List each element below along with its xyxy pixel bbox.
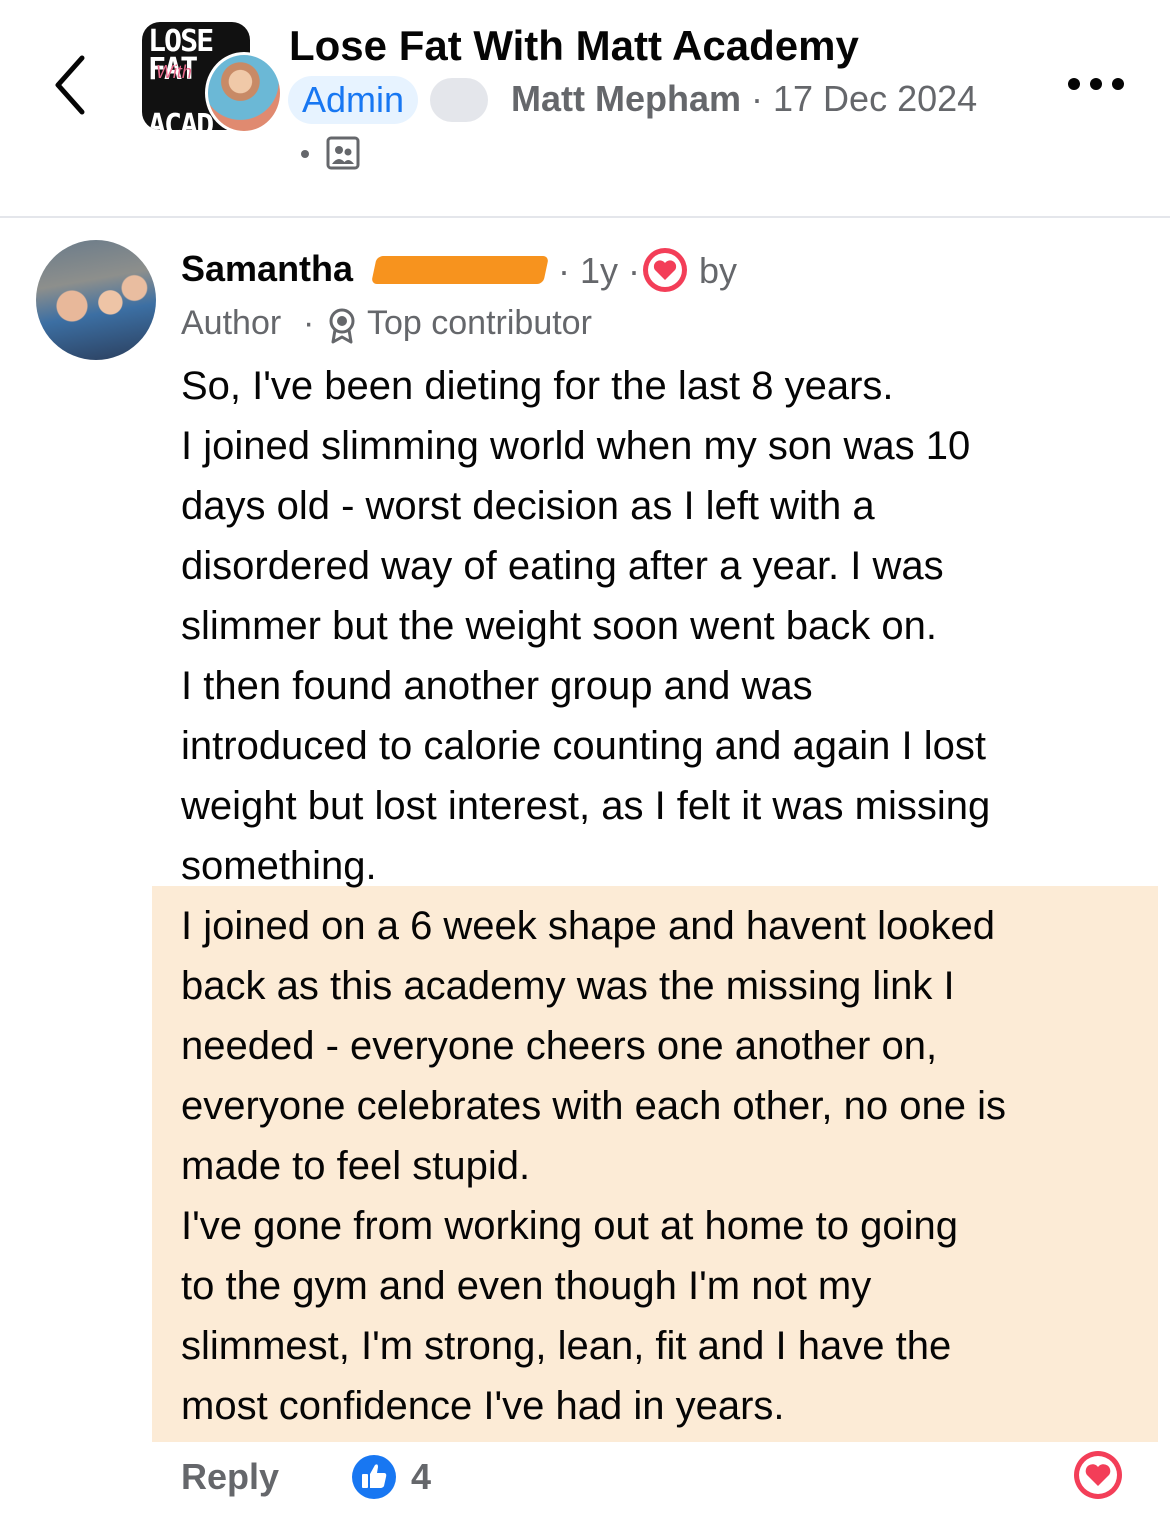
comment-line: disordered way of eating after a year. I… [181,544,944,588]
reply-button[interactable]: Reply [181,1456,279,1498]
members-icon [326,136,360,170]
comment-line: days old - worst decision as I left with… [181,484,875,528]
like-count[interactable]: 4 [411,1456,431,1498]
post-date[interactable]: 17 Dec 2024 [773,78,977,119]
comment-line: I joined slimming world when my son was … [181,424,971,468]
meta-separator: · [741,78,774,119]
comment-text: So, I've been dieting for the last 8 yea… [181,356,1161,1436]
comment-line: needed - everyone cheers one another on, [181,1024,938,1068]
more-options-button[interactable] [1064,70,1128,98]
comment-line: slimmest, I'm strong, lean, fit and I ha… [181,1324,952,1368]
post-meta: Matt Mepham · 17 Dec 2024 [511,78,977,120]
react-button[interactable] [1073,1450,1123,1500]
author-badge: Author [181,304,282,342]
comment-line: I've gone from working out at home to go… [181,1204,958,1248]
badge-separator: · [303,304,315,342]
comment-time[interactable]: · 1y · [558,250,640,292]
comment-actions: Reply 4 [181,1450,1141,1504]
top-contributor-badge: Top contributor [367,304,592,342]
comment-line: So, I've been dieting for the last 8 yea… [181,364,894,408]
comment-line: most confidence I've had in years. [181,1384,785,1428]
comment-line: introduced to calorie counting and again… [181,724,986,768]
group-title[interactable]: Lose Fat With Matt Academy [289,22,859,70]
more-horizontal-icon [1068,78,1124,90]
group-logo-with: With [156,62,192,82]
admin-badge: Admin [288,76,419,124]
by-label: by [699,250,738,291]
redacted-surname [371,256,549,284]
commenter-avatar[interactable] [36,240,156,360]
comment-line: weight but lost interest, as I felt it w… [181,784,991,828]
comment-line: something. [181,844,377,888]
status-pill [430,78,488,122]
comment-line: back as this academy was the missing lin… [181,964,955,1008]
back-button[interactable] [48,50,98,120]
award-ribbon-icon [329,308,355,344]
comment-line: everyone celebrates with each other, no … [181,1084,1006,1128]
chevron-left-icon [55,55,85,115]
heart-icon [1074,1451,1122,1499]
post-header: LOSE FAT ACAD With Lose Fat With Matt Aca… [0,0,1170,218]
heart-icon [643,248,687,292]
commenter-name[interactable]: Samantha [181,248,353,290]
comment-line: slimmer but the weight soon went back on… [181,604,937,648]
dot-separator-icon [301,150,309,158]
comment-line: I joined on a 6 week shape and havent lo… [181,904,995,948]
comment-line: to the gym and even though I'm not my [181,1264,872,1308]
post-author-name[interactable]: Matt Mepham [511,78,741,119]
comment-line: made to feel stupid. [181,1144,531,1188]
comment-line: I then found another group and was [181,664,813,708]
thumbs-up-icon[interactable] [351,1454,397,1500]
admin-avatar[interactable] [205,52,283,134]
